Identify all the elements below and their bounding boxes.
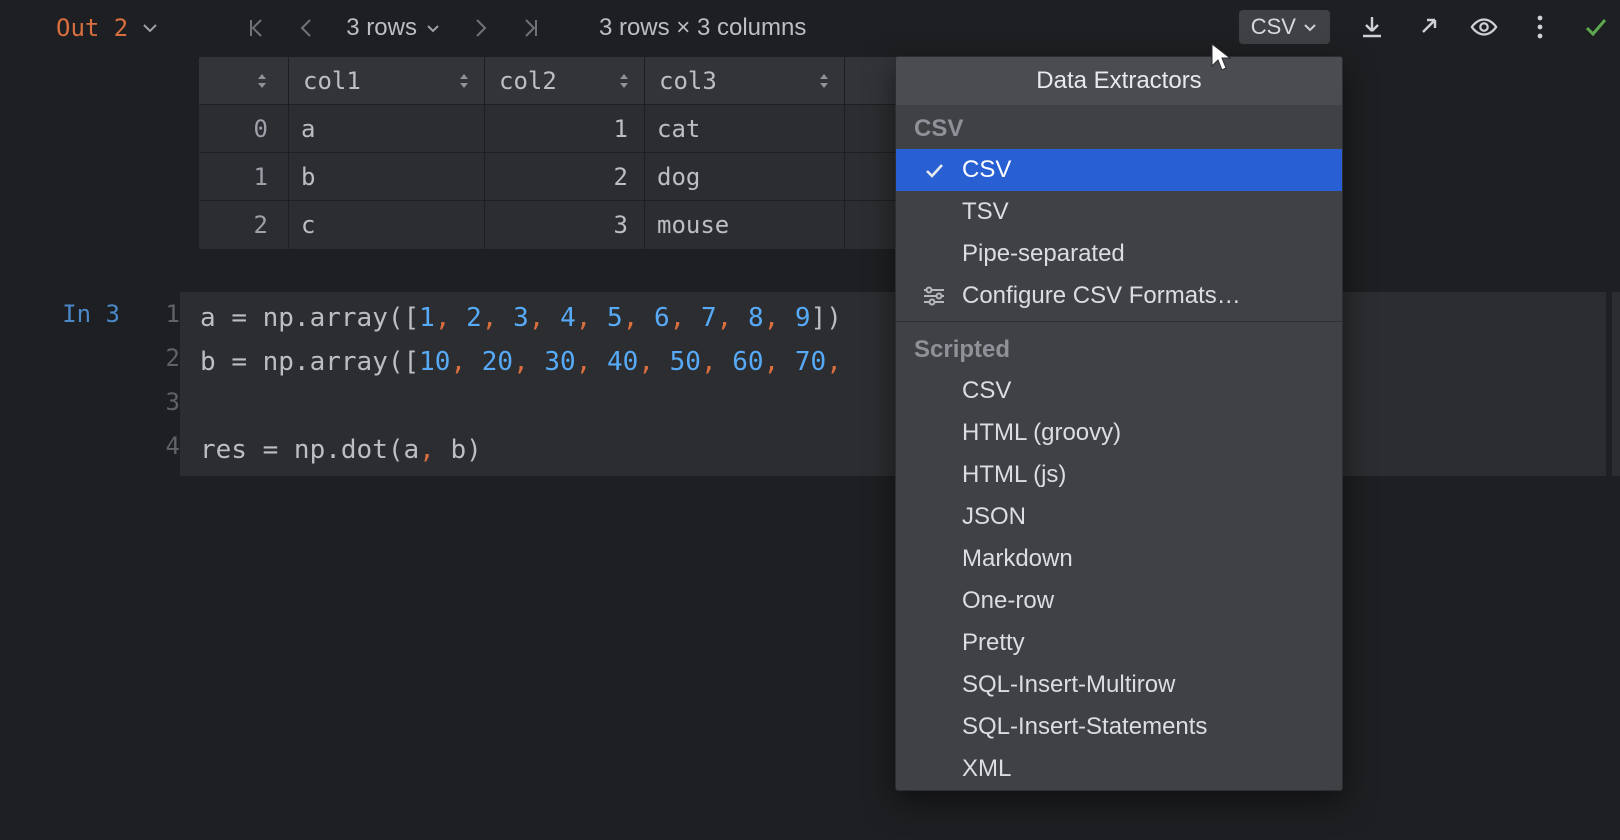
table-row[interactable]: 2c3mouse	[199, 201, 897, 249]
column-header[interactable]: col2	[485, 57, 645, 104]
option-label: Pretty	[962, 629, 1342, 657]
option-label: One-row	[962, 587, 1342, 615]
prev-page-icon[interactable]	[296, 16, 316, 40]
extractor-option[interactable]: TSV	[896, 191, 1342, 233]
cell[interactable]: a	[289, 105, 485, 152]
row-index: 2	[199, 201, 289, 249]
extractor-dropdown-button[interactable]: CSV	[1239, 10, 1330, 44]
more-icon[interactable]	[1526, 14, 1554, 40]
sliders-icon	[920, 286, 948, 306]
download-icon[interactable]	[1358, 14, 1386, 40]
table-row[interactable]: 1b2dog	[199, 153, 897, 201]
cell[interactable]: 3	[485, 201, 645, 249]
cell[interactable]: dog	[645, 153, 845, 200]
line-number: 3	[120, 380, 180, 424]
next-page-icon[interactable]	[471, 16, 491, 40]
extractor-option[interactable]: Pretty	[896, 622, 1342, 664]
column-header[interactable]: col3	[645, 57, 845, 104]
pop-out-icon[interactable]	[1414, 16, 1442, 38]
option-label: HTML (js)	[962, 461, 1342, 489]
extractor-option[interactable]: CSV	[896, 370, 1342, 412]
extractor-option[interactable]: JSON	[896, 496, 1342, 538]
extractor-option[interactable]: HTML (groovy)	[896, 412, 1342, 454]
eye-icon[interactable]	[1470, 16, 1498, 38]
cell[interactable]: mouse	[645, 201, 845, 249]
extractor-dropdown-label: CSV	[1251, 14, 1296, 40]
extractor-option[interactable]: HTML (js)	[896, 454, 1342, 496]
first-page-icon[interactable]	[246, 16, 266, 40]
code-editor[interactable]: a = np.array([1, 2, 3, 4, 5, 6, 7, 8, 9]…	[180, 292, 1606, 476]
option-label: HTML (groovy)	[962, 419, 1342, 447]
option-label: CSV	[962, 377, 1342, 405]
chevron-down-icon[interactable]	[140, 18, 160, 38]
check-icon	[920, 160, 948, 180]
option-label: TSV	[962, 198, 1342, 226]
output-label: Out 2	[56, 14, 128, 42]
table-row[interactable]: 0a1cat	[199, 105, 897, 153]
extractor-option[interactable]: CSV	[896, 149, 1342, 191]
extractor-option[interactable]: SQL-Insert-Statements	[896, 706, 1342, 748]
result-table[interactable]: col1 col2 col3 0a1cat1b2dog2c3mouse	[198, 56, 898, 250]
column-header-label: col2	[499, 67, 557, 95]
option-label: SQL-Insert-Multirow	[962, 671, 1342, 699]
option-label: XML	[962, 755, 1342, 783]
column-header-label: col3	[659, 67, 717, 95]
cell[interactable]: cat	[645, 105, 845, 152]
extractor-option[interactable]: SQL-Insert-Multirow	[896, 664, 1342, 706]
option-label: Markdown	[962, 545, 1342, 573]
popup-section-header: CSV	[896, 105, 1342, 149]
option-label: Configure CSV Formats…	[962, 282, 1342, 310]
option-label: Pipe-separated	[962, 240, 1342, 268]
column-header-label: col1	[303, 67, 361, 95]
cell[interactable]: b	[289, 153, 485, 200]
separator	[896, 321, 1342, 322]
line-number: 1	[120, 292, 180, 336]
page-indicator[interactable]: 3 rows	[346, 14, 441, 42]
line-number: 2	[120, 336, 180, 380]
check-icon	[1582, 14, 1610, 40]
line-number: 4	[120, 424, 180, 468]
popup-title: Data Extractors	[896, 57, 1342, 105]
extractor-option[interactable]: XML	[896, 748, 1342, 790]
column-header[interactable]: col1	[289, 57, 485, 104]
popup-section-header: Scripted	[896, 326, 1342, 370]
input-label: In 3	[0, 292, 120, 336]
configure-csv-formats-item[interactable]: Configure CSV Formats…	[896, 275, 1342, 317]
option-label: CSV	[962, 156, 1342, 184]
last-page-icon[interactable]	[521, 16, 541, 40]
cell[interactable]: 1	[485, 105, 645, 152]
option-label: SQL-Insert-Statements	[962, 713, 1342, 741]
cell[interactable]: 2	[485, 153, 645, 200]
option-label: JSON	[962, 503, 1342, 531]
page-rows: 3 rows	[346, 14, 417, 42]
row-index: 1	[199, 153, 289, 200]
code-cell-marker	[1612, 292, 1620, 476]
cell[interactable]: c	[289, 201, 485, 249]
data-extractors-popup: Data Extractors CSV CSV TSV Pipe-separated…	[895, 56, 1343, 791]
row-index: 0	[199, 105, 289, 152]
sort-icon[interactable]	[256, 72, 268, 90]
extractor-option[interactable]: Pipe-separated	[896, 233, 1342, 275]
line-number-gutter: 1 2 3 4	[120, 292, 180, 476]
dimensions-label: 3 rows × 3 columns	[599, 14, 806, 42]
extractor-option[interactable]: One-row	[896, 580, 1342, 622]
extractor-option[interactable]: Markdown	[896, 538, 1342, 580]
